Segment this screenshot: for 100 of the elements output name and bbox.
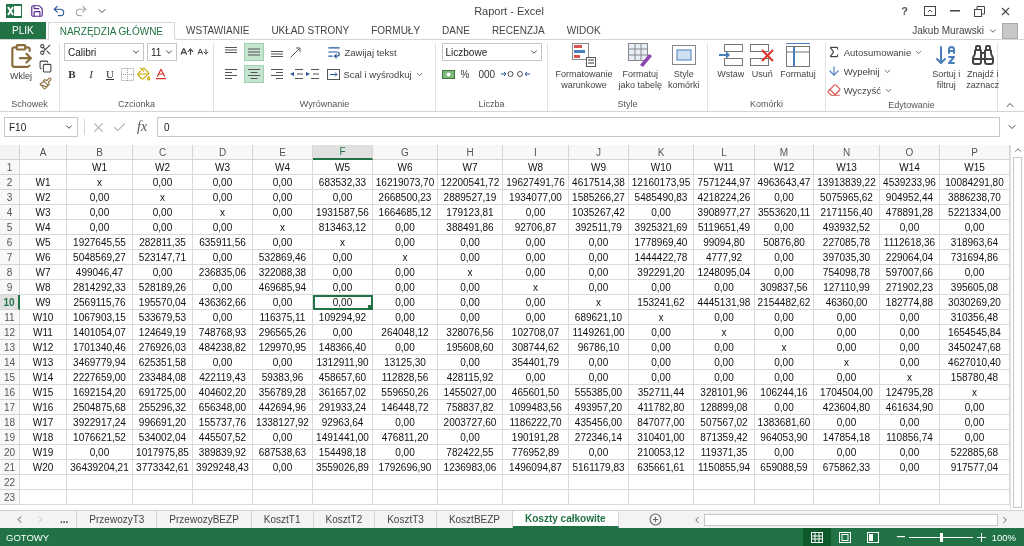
column-header[interactable]: L (694, 145, 755, 160)
editing-big-button[interactable]: Sortuj i filtruj (931, 43, 962, 91)
undo-button[interactable] (52, 4, 66, 18)
currency-button[interactable] (441, 69, 455, 79)
ribbon-tab[interactable]: NARZĘDZIA GŁÓWNE (47, 22, 176, 40)
font-color-button[interactable] (154, 67, 168, 81)
add-sheet-button[interactable] (648, 511, 662, 528)
row-header[interactable]: 20 (0, 445, 20, 460)
thousands-button[interactable]: 000 (475, 65, 499, 83)
row-header[interactable]: 11 (0, 310, 20, 325)
orientation-button[interactable] (290, 46, 302, 58)
row-header[interactable]: 10 (0, 295, 20, 310)
editing-button[interactable]: Wypełnij (822, 62, 928, 80)
column-header[interactable]: K (629, 145, 694, 160)
help-button[interactable]: ? (899, 5, 910, 17)
row-header[interactable]: 22 (0, 475, 20, 490)
shrink-font-button[interactable] (197, 46, 209, 58)
row-header[interactable]: 9 (0, 280, 20, 295)
increase-decimal-button[interactable] (501, 71, 515, 77)
zoom-level[interactable]: 100% (991, 531, 1016, 543)
editing-button[interactable]: Wyczyść (822, 81, 928, 99)
row-header[interactable]: 21 (0, 460, 20, 475)
file-tab[interactable]: PLIK (0, 22, 46, 39)
row-header[interactable]: 5 (0, 220, 20, 235)
restore-button[interactable] (974, 5, 985, 17)
format-painter-button[interactable] (39, 77, 52, 90)
column-header[interactable]: N (814, 145, 880, 160)
fill-color-button[interactable] (137, 67, 151, 81)
cells-button[interactable]: Wstaw (716, 43, 746, 80)
wrap-text-button[interactable]: Zawijaj tekst (323, 43, 428, 61)
column-header[interactable]: O (880, 145, 940, 160)
sheet-tab[interactable]: Koszty całkowite (513, 511, 619, 528)
styles-button[interactable]: Formatowanie warunkowe (554, 43, 614, 91)
name-box[interactable]: F10 (4, 117, 78, 137)
decrease-decimal-button[interactable] (517, 71, 531, 77)
cut-button[interactable] (39, 43, 52, 56)
minimize-button[interactable] (950, 10, 960, 12)
styles-button[interactable]: Formatuj jako tabelę (617, 43, 664, 91)
font-style-button[interactable]: B (64, 65, 80, 83)
row-header[interactable]: 6 (0, 235, 20, 250)
number-format-field[interactable]: Liczbowe (441, 43, 542, 61)
horizontal-align-button[interactable] (244, 65, 265, 83)
column-header[interactable]: M (755, 145, 814, 160)
column-header[interactable]: H (438, 145, 503, 160)
editing-big-button[interactable]: Znajdź i zaznacz (965, 43, 1001, 91)
save-button[interactable] (30, 4, 44, 18)
ribbon-tab[interactable]: WSTAWIANIE (175, 22, 261, 39)
row-header[interactable]: 14 (0, 355, 20, 370)
cells-button[interactable]: Usuń (749, 43, 776, 80)
column-header[interactable]: I (503, 145, 569, 160)
row-header[interactable]: 8 (0, 265, 20, 280)
insert-function-button[interactable]: fx (133, 119, 152, 135)
row-header[interactable]: 4 (0, 205, 20, 220)
row-header[interactable]: 7 (0, 250, 20, 265)
row-header[interactable]: 12 (0, 325, 20, 340)
column-header[interactable]: D (193, 145, 253, 160)
column-header[interactable]: A (20, 145, 67, 160)
merge-center-button[interactable]: Scal i wyśrodkuj (323, 65, 428, 83)
cells-button[interactable]: Formatuj (779, 43, 817, 80)
styles-button[interactable]: Style komórki (667, 43, 701, 91)
row-header[interactable]: 1 (0, 160, 20, 175)
row-header[interactable]: 16 (0, 385, 20, 400)
table-cell: 4963643,47 (755, 175, 814, 190)
percent-button[interactable]: % (457, 65, 473, 83)
zoom-slider-thumb[interactable] (939, 532, 943, 542)
font-style-button[interactable]: U (102, 65, 118, 83)
decrease-indent-button[interactable] (290, 69, 304, 79)
font-name-field[interactable]: Calibri (64, 43, 144, 61)
row-header[interactable]: 18 (0, 415, 20, 430)
vertical-scrollbar[interactable] (1010, 145, 1024, 510)
copy-button[interactable] (39, 60, 52, 73)
ribbon-tab[interactable]: FORMUŁY (360, 22, 432, 39)
editing-button[interactable]: Autosumowanie (822, 43, 928, 61)
row-header[interactable]: 15 (0, 370, 20, 385)
row-header[interactable]: 3 (0, 190, 20, 205)
ribbon-display-button[interactable] (924, 6, 936, 16)
formula-input[interactable]: 0 (157, 117, 1000, 137)
increase-indent-button[interactable] (306, 69, 320, 79)
column-header[interactable]: E (253, 145, 313, 160)
column-header[interactable]: B (67, 145, 133, 160)
row-header[interactable]: 17 (0, 400, 20, 415)
normal-view-button[interactable] (802, 528, 831, 546)
zoom-in-button[interactable] (976, 532, 986, 542)
column-header[interactable]: J (569, 145, 629, 160)
row-header[interactable]: 13 (0, 340, 20, 355)
font-size-field[interactable]: 11 (147, 43, 177, 61)
paste-button[interactable]: Wklej (7, 43, 35, 82)
ribbon-tab[interactable]: UKŁAD STRONY (260, 22, 361, 39)
font-style-button[interactable]: I (83, 65, 99, 83)
column-header[interactable]: F (313, 145, 373, 160)
row-header[interactable]: 19 (0, 430, 20, 445)
column-header[interactable]: G (373, 145, 438, 160)
ribbon-tab[interactable]: WIDOK (555, 22, 612, 39)
row-header[interactable]: 2 (0, 175, 20, 190)
row-header[interactable]: 23 (0, 490, 20, 505)
ribbon-tab[interactable]: RECENZJA (480, 22, 556, 39)
ribbon-tab[interactable]: DANE (431, 22, 481, 39)
column-header[interactable]: C (133, 145, 193, 160)
borders-button[interactable] (121, 67, 134, 81)
column-header[interactable]: P (940, 145, 1010, 160)
